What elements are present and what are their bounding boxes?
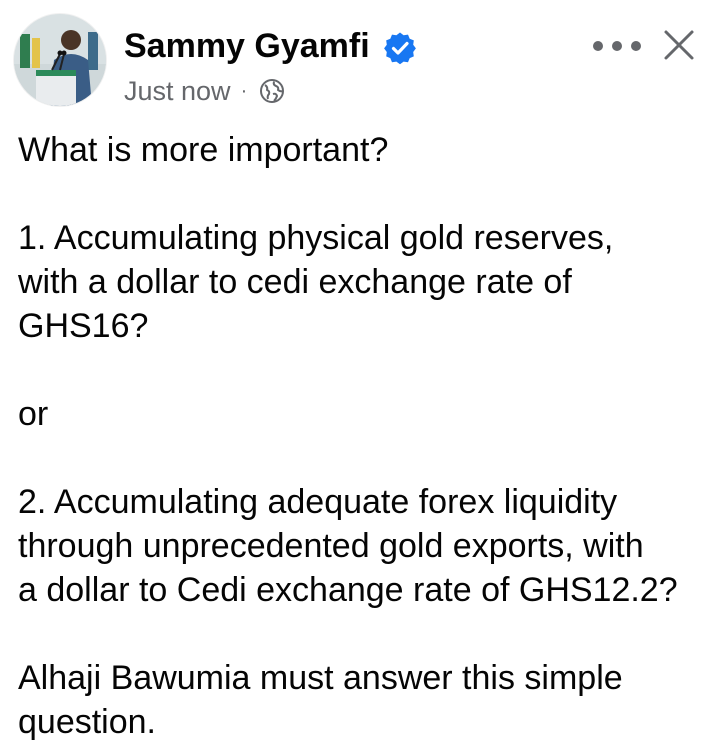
close-icon[interactable]	[660, 26, 698, 64]
post-text-line: GHS16?	[18, 307, 149, 345]
verified-badge-icon	[384, 32, 416, 65]
meta-separator: ·	[240, 80, 248, 102]
post-text-line: Alhaji Bawumia must answer this simple	[18, 659, 623, 697]
post-blank-line	[18, 348, 708, 392]
post-text-line: or	[18, 395, 49, 433]
more-dot	[631, 41, 641, 51]
post-text-line: with a dollar to cedi exchange rate of	[18, 263, 572, 301]
post-timestamp[interactable]: Just now	[124, 76, 231, 107]
post-text-line: 1. Accumulating physical gold reserves,	[18, 219, 614, 257]
post-blank-line	[18, 612, 708, 656]
post-header: Sammy Gyamfi Just now ·	[0, 0, 720, 120]
author-avatar[interactable]	[14, 14, 106, 106]
more-dot	[612, 41, 622, 51]
globe-icon[interactable]	[259, 78, 285, 104]
avatar-photo	[14, 14, 106, 106]
post-meta: Just now ·	[124, 74, 285, 108]
post-text-line: through unprecedented gold exports, with	[18, 527, 644, 565]
facebook-post: Sammy Gyamfi Just now · What is more imp…	[0, 0, 720, 748]
post-blank-line	[18, 172, 708, 216]
post-blank-line	[18, 436, 708, 480]
post-text-line: 2. Accumulating adequate forex liquidity	[18, 483, 618, 521]
post-text-line: a dollar to Cedi exchange rate of GHS12.…	[18, 571, 678, 609]
post-text-line: What is more important?	[18, 131, 389, 169]
post-text: What is more important? 1. Accumulating …	[18, 128, 708, 744]
more-dot	[593, 41, 603, 51]
more-options-icon[interactable]	[593, 32, 641, 60]
author-name[interactable]: Sammy Gyamfi	[124, 26, 370, 66]
post-text-line: question.	[18, 703, 156, 741]
